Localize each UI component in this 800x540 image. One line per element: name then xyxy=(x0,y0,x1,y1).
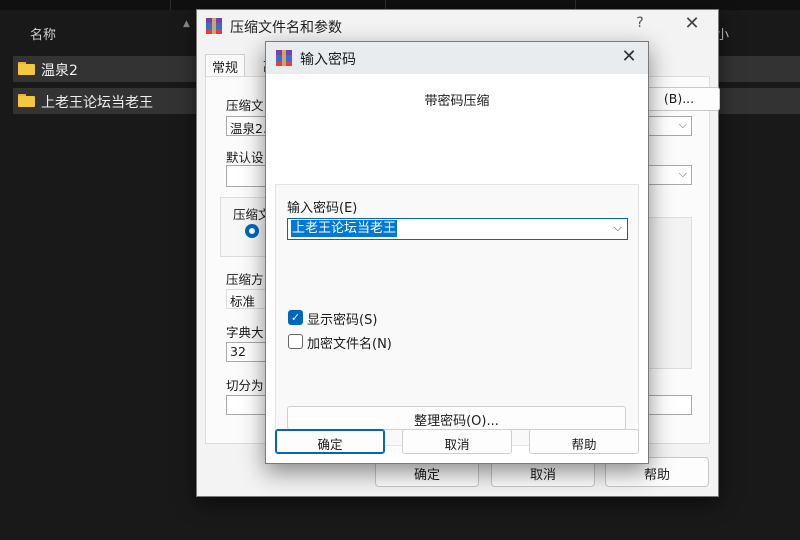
column-header-name[interactable]: 名称 xyxy=(30,24,56,43)
password-value: 上老王论坛当老王 xyxy=(291,220,398,237)
archive-name-label: 压缩文 xyxy=(226,98,264,113)
close-icon[interactable]: ✕ xyxy=(617,46,641,70)
password-dialog-subtitle: 带密码压缩 xyxy=(424,94,490,109)
options-group xyxy=(646,217,692,369)
show-password-label[interactable]: 显示密码(S) xyxy=(307,309,377,328)
split-volumes-label: 切分为 xyxy=(226,378,264,393)
compression-method-label: 压缩方 xyxy=(226,272,264,287)
dictionary-size-label: 字典大 xyxy=(226,325,264,340)
file-row-label: 温泉2 xyxy=(41,63,78,79)
organize-passwords-button[interactable]: 整理密码(O)... xyxy=(287,406,626,430)
password-field-right[interactable] xyxy=(646,395,692,415)
password-dialog-titlebar[interactable]: 输入密码 ✕ xyxy=(266,42,648,74)
cancel-button[interactable]: 取消 xyxy=(402,429,512,454)
show-password-checkbox[interactable]: ✓ xyxy=(288,310,303,325)
browse-button[interactable]: (B)... xyxy=(638,87,720,111)
chevron-down-icon: ⌵ xyxy=(678,167,687,180)
password-dialog-title: 输入密码 xyxy=(300,52,356,68)
dialog-title: 压缩文件名和参数 xyxy=(230,20,342,36)
password-dialog: 输入密码 ✕ 带密码压缩 输入密码(E) 上老王论坛当老王 ⌵ ✓ 显示密码(S… xyxy=(265,41,649,464)
close-icon[interactable]: ✕ xyxy=(680,13,704,37)
tab-general[interactable]: 常规 xyxy=(205,54,246,76)
update-mode-dropdown[interactable]: ⌵ xyxy=(646,165,692,185)
sort-up-icon: ▲ xyxy=(183,19,190,29)
folder-icon xyxy=(18,62,35,75)
folder-icon xyxy=(18,94,35,107)
winrar-icon xyxy=(206,18,222,34)
winrar-icon xyxy=(276,50,292,66)
help-icon[interactable]: ? xyxy=(630,15,650,37)
encrypt-filenames-checkbox[interactable] xyxy=(288,334,303,349)
ok-button[interactable]: 确定 xyxy=(275,429,385,454)
password-label: 输入密码(E) xyxy=(287,201,358,216)
chevron-down-icon: ⌵ xyxy=(678,118,687,131)
password-input[interactable]: 上老王论坛当老王 ⌵ xyxy=(287,218,628,240)
password-dialog-body: 带密码压缩 输入密码(E) 上老王论坛当老王 ⌵ ✓ 显示密码(S) 加密文件名… xyxy=(266,74,648,463)
help-button[interactable]: 帮助 xyxy=(529,429,639,454)
default-settings-label: 默认设 xyxy=(226,150,264,165)
password-group: 输入密码(E) 上老王论坛当老王 ⌵ ✓ 显示密码(S) 加密文件名(N) 整理… xyxy=(275,184,639,446)
format-rar-radio[interactable] xyxy=(245,224,259,238)
dialog-titlebar[interactable]: 压缩文件名和参数 ? ✕ xyxy=(197,10,718,42)
archive-name-dropdown[interactable]: ⌵ xyxy=(646,116,692,136)
chevron-down-icon[interactable]: ⌵ xyxy=(614,221,622,235)
column-divider xyxy=(170,0,171,10)
file-row-label: 上老王论坛当老王 xyxy=(41,95,153,111)
encrypt-filenames-label[interactable]: 加密文件名(N) xyxy=(307,333,392,352)
